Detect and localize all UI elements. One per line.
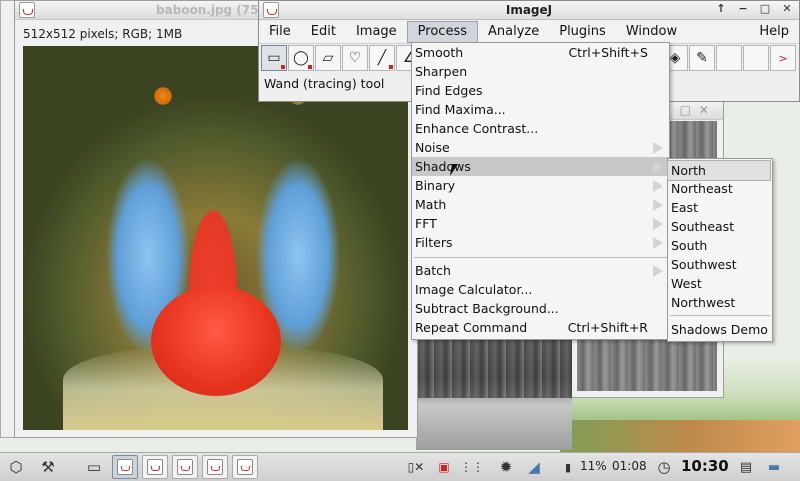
submenu-arrow-icon [653,265,663,277]
menu-item-filters[interactable]: Filters [412,233,669,252]
java-icon [263,2,279,18]
menu-plugins[interactable]: Plugins [549,21,616,43]
taskbar-java-window-5[interactable] [232,455,258,479]
java-icon [237,459,253,475]
submenu-item-northeast[interactable]: Northeast [668,179,772,198]
submenu-arrow-icon [653,237,663,249]
boat-image[interactable] [416,338,572,450]
menu-item-noise[interactable]: Noise [412,138,669,157]
battery-icon[interactable]: ▮ [556,455,580,479]
polygon-icon[interactable]: ▱ [315,45,341,71]
menu-item-find-maxima[interactable]: Find Maxima... [412,100,669,119]
menu-edit[interactable]: Edit [301,21,346,43]
submenu-item-southwest[interactable]: Southwest [668,255,772,274]
submenu-item-west[interactable]: West [668,274,772,293]
submenu-arrow-icon [653,142,663,154]
close-button[interactable]: ✕ [779,1,795,17]
submenu-item-south[interactable]: South [668,236,772,255]
taskbar: ⬡ ⚒ ▭ ▯✕ ▣ ⋮⋮ ✹ ◢ ▮ 11% 01:08 ◷ 10:30 ▤ … [0,452,800,481]
minimize-button[interactable]: − [735,1,751,17]
line-icon[interactable]: ╱ [369,45,395,71]
boat-image-content [416,338,572,398]
menu-window[interactable]: Window [616,21,687,43]
imagej-titlebar[interactable]: ImageJ ↑ − □ ✕ [259,1,799,20]
settings-icon[interactable]: ✹ [494,455,518,479]
submenu-arrow-icon [653,161,663,173]
process-menu: Smooth Ctrl+Shift+S Sharpen Find Edges Fi… [411,42,670,340]
system-tools-icon[interactable]: ⚒ [36,455,60,479]
shadows-submenu: North Northeast East Southeast South Sou… [667,158,773,342]
show-desktop-icon[interactable]: ▬ [762,455,786,479]
taskbar-java-window-4[interactable] [202,455,228,479]
menu-item-sharpen[interactable]: Sharpen [412,62,669,81]
more-tools-icon[interactable]: > [770,45,796,71]
rectangle-icon[interactable]: ▭ [261,45,287,71]
usb-icon[interactable]: ▯✕ [404,455,428,479]
terminal-icon[interactable]: ▭ [82,455,106,479]
raise-window-button[interactable]: ↑ [713,1,729,17]
menu-separator [414,257,667,258]
battery-percent: 11% [580,459,607,473]
menu-file[interactable]: File [259,21,301,43]
java-icon [147,459,163,475]
menu-separator [670,315,770,316]
menu-item-image-calculator[interactable]: Image Calculator... [412,280,669,299]
menu-item-enhance-contrast[interactable]: Enhance Contrast... [412,119,669,138]
baboon-image[interactable] [23,46,408,430]
menu-image[interactable]: Image [346,21,407,43]
submenu-item-east[interactable]: East [668,198,772,217]
menu-item-repeat-command[interactable]: Repeat Command Ctrl+Shift+R [412,318,669,337]
network-disconnected-icon[interactable]: ▣ [432,455,456,479]
java-icon [177,459,193,475]
java-icon [117,459,133,475]
taskbar-java-window-2[interactable] [142,455,168,479]
status-bar: Wand (tracing) tool [264,76,385,91]
submenu-item-shadows-demo[interactable]: Shadows Demo [668,320,772,339]
keyboard-icon[interactable]: ⋮⋮ [460,455,484,479]
java-icon [19,2,35,18]
imagej-title: ImageJ [505,3,553,17]
menu-item-math[interactable]: Math [412,195,669,214]
battery-time: 01:08 [612,459,647,473]
pipette-icon[interactable]: ✎ [689,45,715,71]
start-menu-icon[interactable]: ⬡ [4,455,28,479]
menubar: File Edit Image Process Analyze Plugins … [259,21,799,44]
blank-tool-2[interactable] [743,45,769,71]
menu-process[interactable]: Process [406,21,478,43]
menu-item-find-edges[interactable]: Find Edges [412,81,669,100]
menu-analyze[interactable]: Analyze [478,21,549,43]
submenu-arrow-icon [653,180,663,192]
workspace-switcher-icon[interactable]: ▤ [734,455,758,479]
submenu-item-northwest[interactable]: Northwest [668,293,772,312]
menu-item-binary[interactable]: Binary [412,176,669,195]
taskbar-java-window-3[interactable] [172,455,198,479]
taskbar-imagej-window[interactable] [112,455,138,479]
menu-item-smooth[interactable]: Smooth Ctrl+Shift+S [412,43,669,62]
menu-item-fft[interactable]: FFT [412,214,669,233]
desktop-background-ground [560,420,800,455]
oval-icon[interactable]: ◯ [288,45,314,71]
clock-icon: ◷ [657,458,671,476]
submenu-arrow-icon [653,218,663,230]
java-icon [207,459,223,475]
clock[interactable]: 10:30 [681,457,729,475]
image-info: 512x512 pixels; RGB; 1MB [23,27,183,41]
submenu-item-north[interactable]: North [667,160,771,181]
window-controls[interactable]: □✕ [680,101,717,119]
maximize-button[interactable]: □ [757,1,773,17]
menu-item-batch[interactable]: Batch [412,261,669,280]
blank-tool-1[interactable] [716,45,742,71]
submenu-arrow-icon [653,199,663,211]
wifi-icon[interactable]: ◢ [522,455,546,479]
freehand-icon[interactable]: ♡ [342,45,368,71]
menu-help[interactable]: Help [749,21,799,43]
menu-item-subtract-background[interactable]: Subtract Background... [412,299,669,318]
submenu-item-southeast[interactable]: Southeast [668,217,772,236]
baboon-nose [151,286,281,396]
